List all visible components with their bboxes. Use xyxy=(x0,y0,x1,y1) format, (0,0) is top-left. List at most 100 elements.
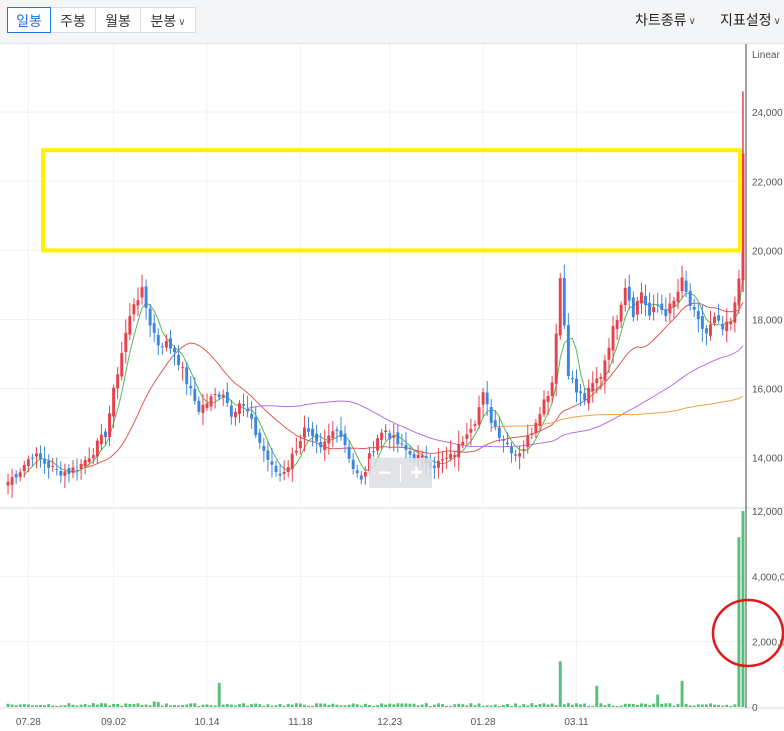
chart-type-menu[interactable]: 차트종류 ∨ xyxy=(635,10,696,30)
candle-body xyxy=(469,428,473,433)
candle-body xyxy=(47,461,51,468)
volume-bar xyxy=(396,703,400,707)
volume-bar xyxy=(250,704,254,707)
volume-bar xyxy=(217,682,221,707)
candle-body xyxy=(384,430,388,433)
volume-tick-label: 0 xyxy=(752,703,758,714)
volume-bar xyxy=(124,703,128,707)
volume-bar xyxy=(136,703,140,707)
candle-body xyxy=(713,316,717,324)
volume-bar xyxy=(469,703,473,707)
candle-body xyxy=(262,445,266,451)
candle-body xyxy=(733,302,737,323)
candle-body xyxy=(221,394,225,397)
volume-bar xyxy=(449,706,453,707)
volume-bar xyxy=(95,704,99,707)
volume-bar xyxy=(14,705,18,707)
candle-body xyxy=(725,321,729,332)
volume-bar xyxy=(684,703,688,707)
volume-bar xyxy=(639,703,643,707)
volume-bar xyxy=(307,705,310,707)
candle-body xyxy=(404,444,408,450)
volume-bar xyxy=(242,703,245,707)
volume-bar xyxy=(554,705,558,707)
volume-bar xyxy=(327,704,331,707)
volume-bar xyxy=(400,703,404,707)
volume-bar xyxy=(294,703,298,707)
volume-bar xyxy=(87,705,91,707)
stock-chart[interactable]: Linear 14,000 16,000 18,000 20,000 22,000 24,0… xyxy=(0,44,784,731)
price-tick-label: 24,000 xyxy=(752,108,783,119)
candle-body xyxy=(290,453,294,469)
candle-body xyxy=(225,391,229,403)
volume-bar xyxy=(692,705,696,707)
volume-bar xyxy=(518,705,522,707)
tab-weekly[interactable]: 주봉 xyxy=(50,7,96,33)
volume-bar xyxy=(465,705,469,707)
candle-body xyxy=(546,396,550,402)
volume-bar xyxy=(290,704,294,707)
volume-bar xyxy=(282,705,286,707)
volume-bar xyxy=(266,704,270,707)
volume-bar xyxy=(59,705,63,707)
candle-body xyxy=(534,422,538,434)
candle-body xyxy=(599,376,603,379)
volume-bar xyxy=(627,703,631,707)
volume-bar xyxy=(656,694,660,707)
candle-body xyxy=(668,303,672,314)
volume-bar xyxy=(238,704,241,707)
candle-body xyxy=(623,287,627,306)
volume-bar xyxy=(189,703,193,707)
volume-bar xyxy=(566,703,570,707)
candle-body xyxy=(363,471,367,477)
tab-minute[interactable]: 분봉 ∨ xyxy=(140,7,196,33)
candle-body xyxy=(286,467,290,473)
volume-bar xyxy=(575,703,578,707)
candle-body xyxy=(635,301,639,315)
volume-bar xyxy=(506,703,509,707)
candle-body xyxy=(631,297,635,318)
candle-body xyxy=(680,277,684,292)
volume-bar xyxy=(43,705,47,707)
zoom-control: − + xyxy=(369,458,432,488)
candle-body xyxy=(63,471,67,476)
candle-body xyxy=(197,400,201,412)
volume-bar xyxy=(660,703,664,707)
candle-body xyxy=(55,468,59,470)
zoom-in-button[interactable]: + xyxy=(401,458,432,488)
candle-body xyxy=(282,472,286,474)
volume-bar xyxy=(392,704,396,707)
tab-monthly[interactable]: 월봉 xyxy=(95,7,141,33)
candle-body xyxy=(611,326,615,351)
volume-bar xyxy=(680,680,684,707)
candle-body xyxy=(213,393,217,395)
candle-body xyxy=(18,472,22,478)
price-tick-label: 18,000 xyxy=(752,315,783,326)
volume-bar xyxy=(339,705,343,707)
time-tick-label: 11.18 xyxy=(288,717,313,728)
volume-bar xyxy=(91,703,95,707)
indicator-settings-menu[interactable]: 지표설정 ∨ xyxy=(720,10,781,30)
candle-body xyxy=(432,465,436,468)
candle-body xyxy=(672,300,676,307)
candle-body xyxy=(173,348,176,352)
candle-body xyxy=(185,367,189,385)
candle-body xyxy=(168,338,172,349)
candle-body xyxy=(570,377,574,380)
candle-body xyxy=(351,459,355,470)
volume-bar xyxy=(120,705,124,707)
tab-daily[interactable]: 일봉 xyxy=(7,7,51,33)
zoom-out-button[interactable]: − xyxy=(369,458,400,488)
candle-body xyxy=(392,435,396,438)
candle-body xyxy=(140,287,144,298)
volume-bar xyxy=(18,704,22,707)
candle-body xyxy=(160,346,164,348)
candle-body xyxy=(83,460,87,467)
candle-body xyxy=(575,378,578,393)
volume-bar xyxy=(22,704,26,707)
volume-bar xyxy=(51,705,55,707)
volume-bar xyxy=(457,703,461,707)
volume-bar xyxy=(6,703,10,707)
volume-bar xyxy=(741,511,745,707)
volume-bar xyxy=(514,703,518,707)
